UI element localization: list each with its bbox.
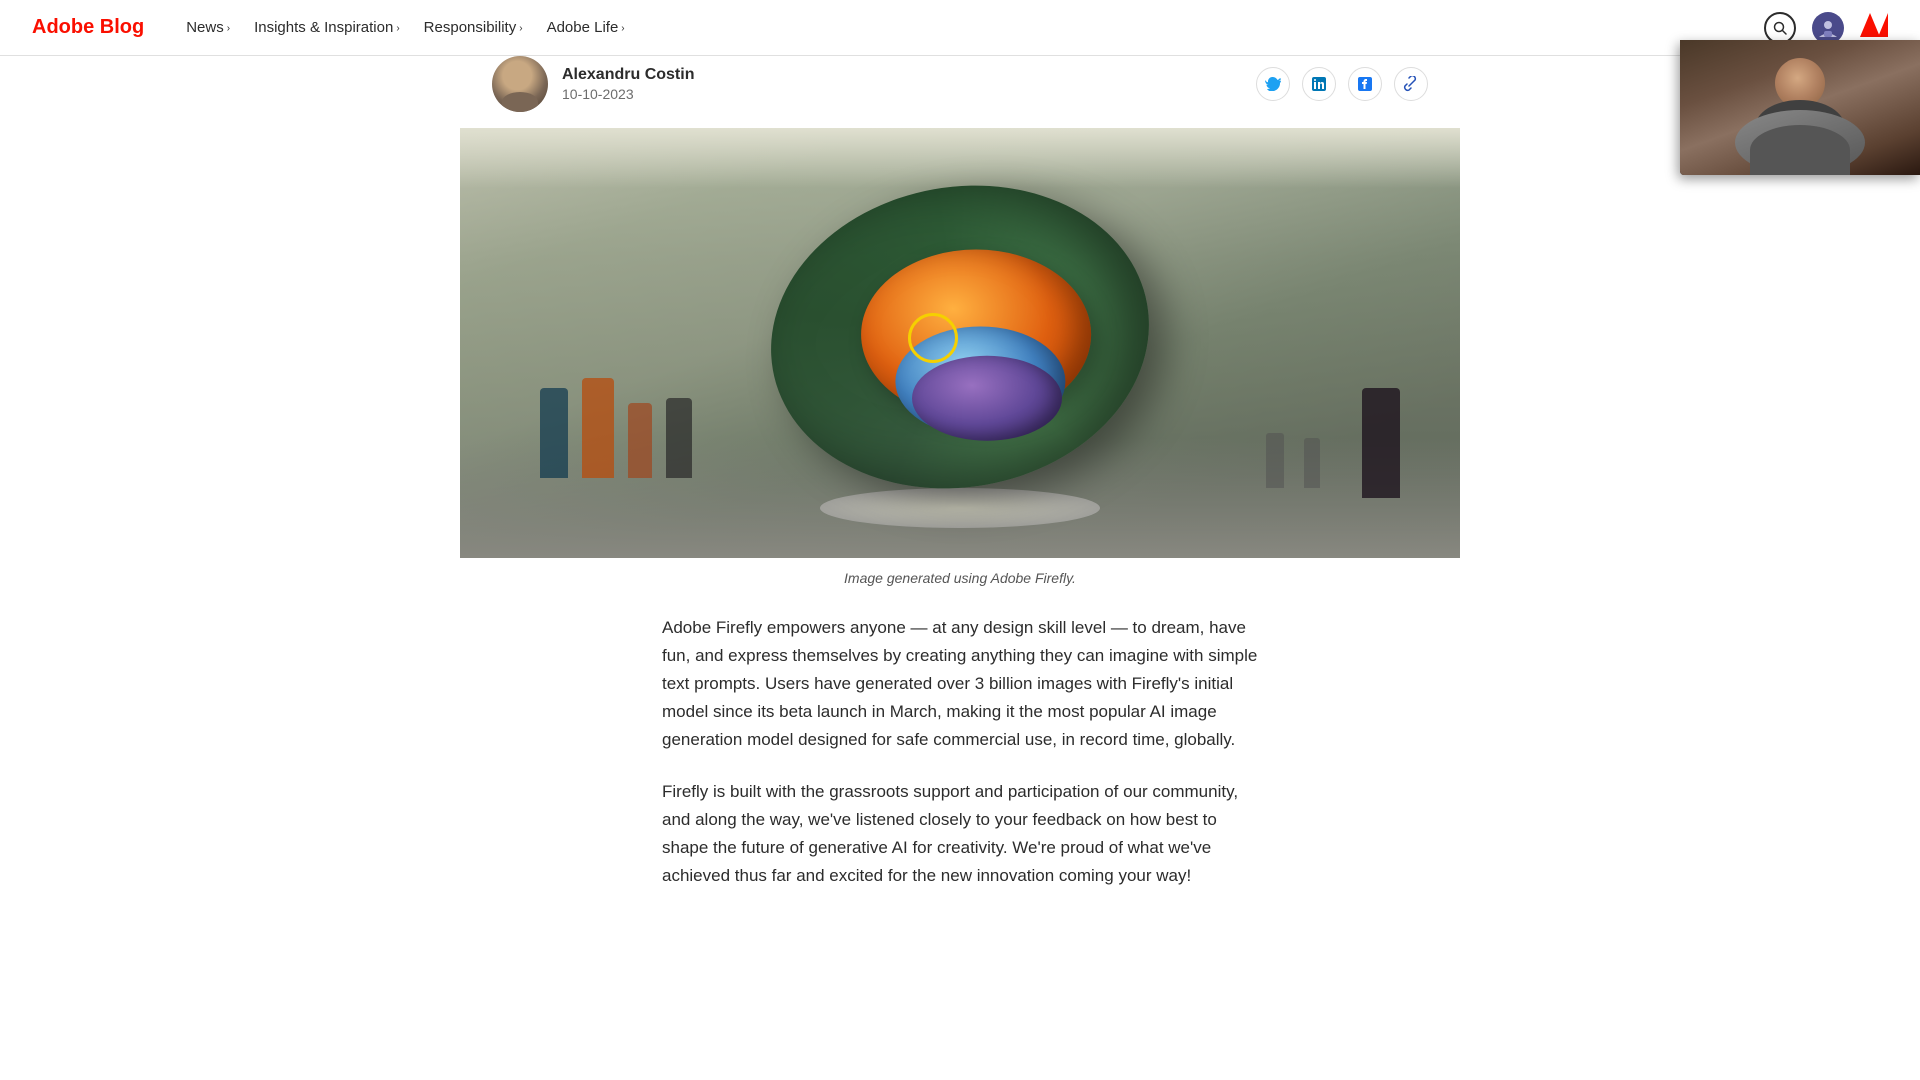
video-feed bbox=[1680, 40, 1920, 175]
adobe-icon[interactable] bbox=[1860, 13, 1888, 43]
search-button[interactable] bbox=[1764, 12, 1796, 44]
author-row: Alexandru Costin 10-10-2023 bbox=[460, 56, 1460, 112]
linkedin-icon bbox=[1312, 77, 1326, 91]
twitter-share-button[interactable] bbox=[1256, 67, 1290, 101]
copy-link-button[interactable] bbox=[1394, 67, 1428, 101]
hero-container: Image generated using Adobe Firefly. bbox=[460, 128, 1460, 586]
article-paragraph-2: Firefly is built with the grassroots sup… bbox=[662, 778, 1258, 890]
header-actions bbox=[1764, 12, 1888, 44]
user-icon bbox=[1817, 17, 1839, 39]
author-date: 10-10-2023 bbox=[562, 86, 694, 102]
user-avatar[interactable] bbox=[1812, 12, 1844, 44]
adobe-logo-icon bbox=[1860, 13, 1888, 37]
hero-image bbox=[460, 128, 1460, 558]
link-icon bbox=[1403, 76, 1419, 92]
chevron-down-icon: › bbox=[396, 23, 399, 34]
nav-item-news[interactable]: News › bbox=[176, 13, 240, 42]
social-share-group bbox=[1256, 67, 1428, 101]
search-icon bbox=[1773, 21, 1787, 35]
nav-item-responsibility[interactable]: Responsibility › bbox=[414, 13, 533, 42]
chevron-down-icon: › bbox=[621, 23, 624, 34]
facebook-icon bbox=[1358, 77, 1372, 91]
article-body: Adobe Firefly empowers anyone — at any d… bbox=[630, 614, 1290, 890]
author-avatar bbox=[492, 56, 548, 112]
chevron-down-icon: › bbox=[227, 23, 230, 34]
brand-logo[interactable]: Adobe Blog bbox=[32, 16, 144, 39]
article-paragraph-1: Adobe Firefly empowers anyone — at any d… bbox=[662, 614, 1258, 754]
site-header: Adobe Blog News › Insights & Inspiration… bbox=[0, 0, 1920, 56]
linkedin-share-button[interactable] bbox=[1302, 67, 1336, 101]
video-overlay[interactable] bbox=[1680, 40, 1920, 175]
main-nav: News › Insights & Inspiration › Responsi… bbox=[176, 13, 1764, 42]
chevron-down-icon: › bbox=[519, 23, 522, 34]
author-name: Alexandru Costin bbox=[562, 66, 694, 84]
nav-item-adobe-life[interactable]: Adobe Life › bbox=[537, 13, 635, 42]
twitter-icon bbox=[1265, 77, 1281, 91]
image-caption: Image generated using Adobe Firefly. bbox=[460, 570, 1460, 586]
author-details: Alexandru Costin 10-10-2023 bbox=[562, 66, 694, 102]
nav-item-insights[interactable]: Insights & Inspiration › bbox=[244, 13, 410, 42]
author-info: Alexandru Costin 10-10-2023 bbox=[492, 56, 694, 112]
main-content: Alexandru Costin 10-10-2023 bbox=[0, 56, 1920, 974]
facebook-share-button[interactable] bbox=[1348, 67, 1382, 101]
